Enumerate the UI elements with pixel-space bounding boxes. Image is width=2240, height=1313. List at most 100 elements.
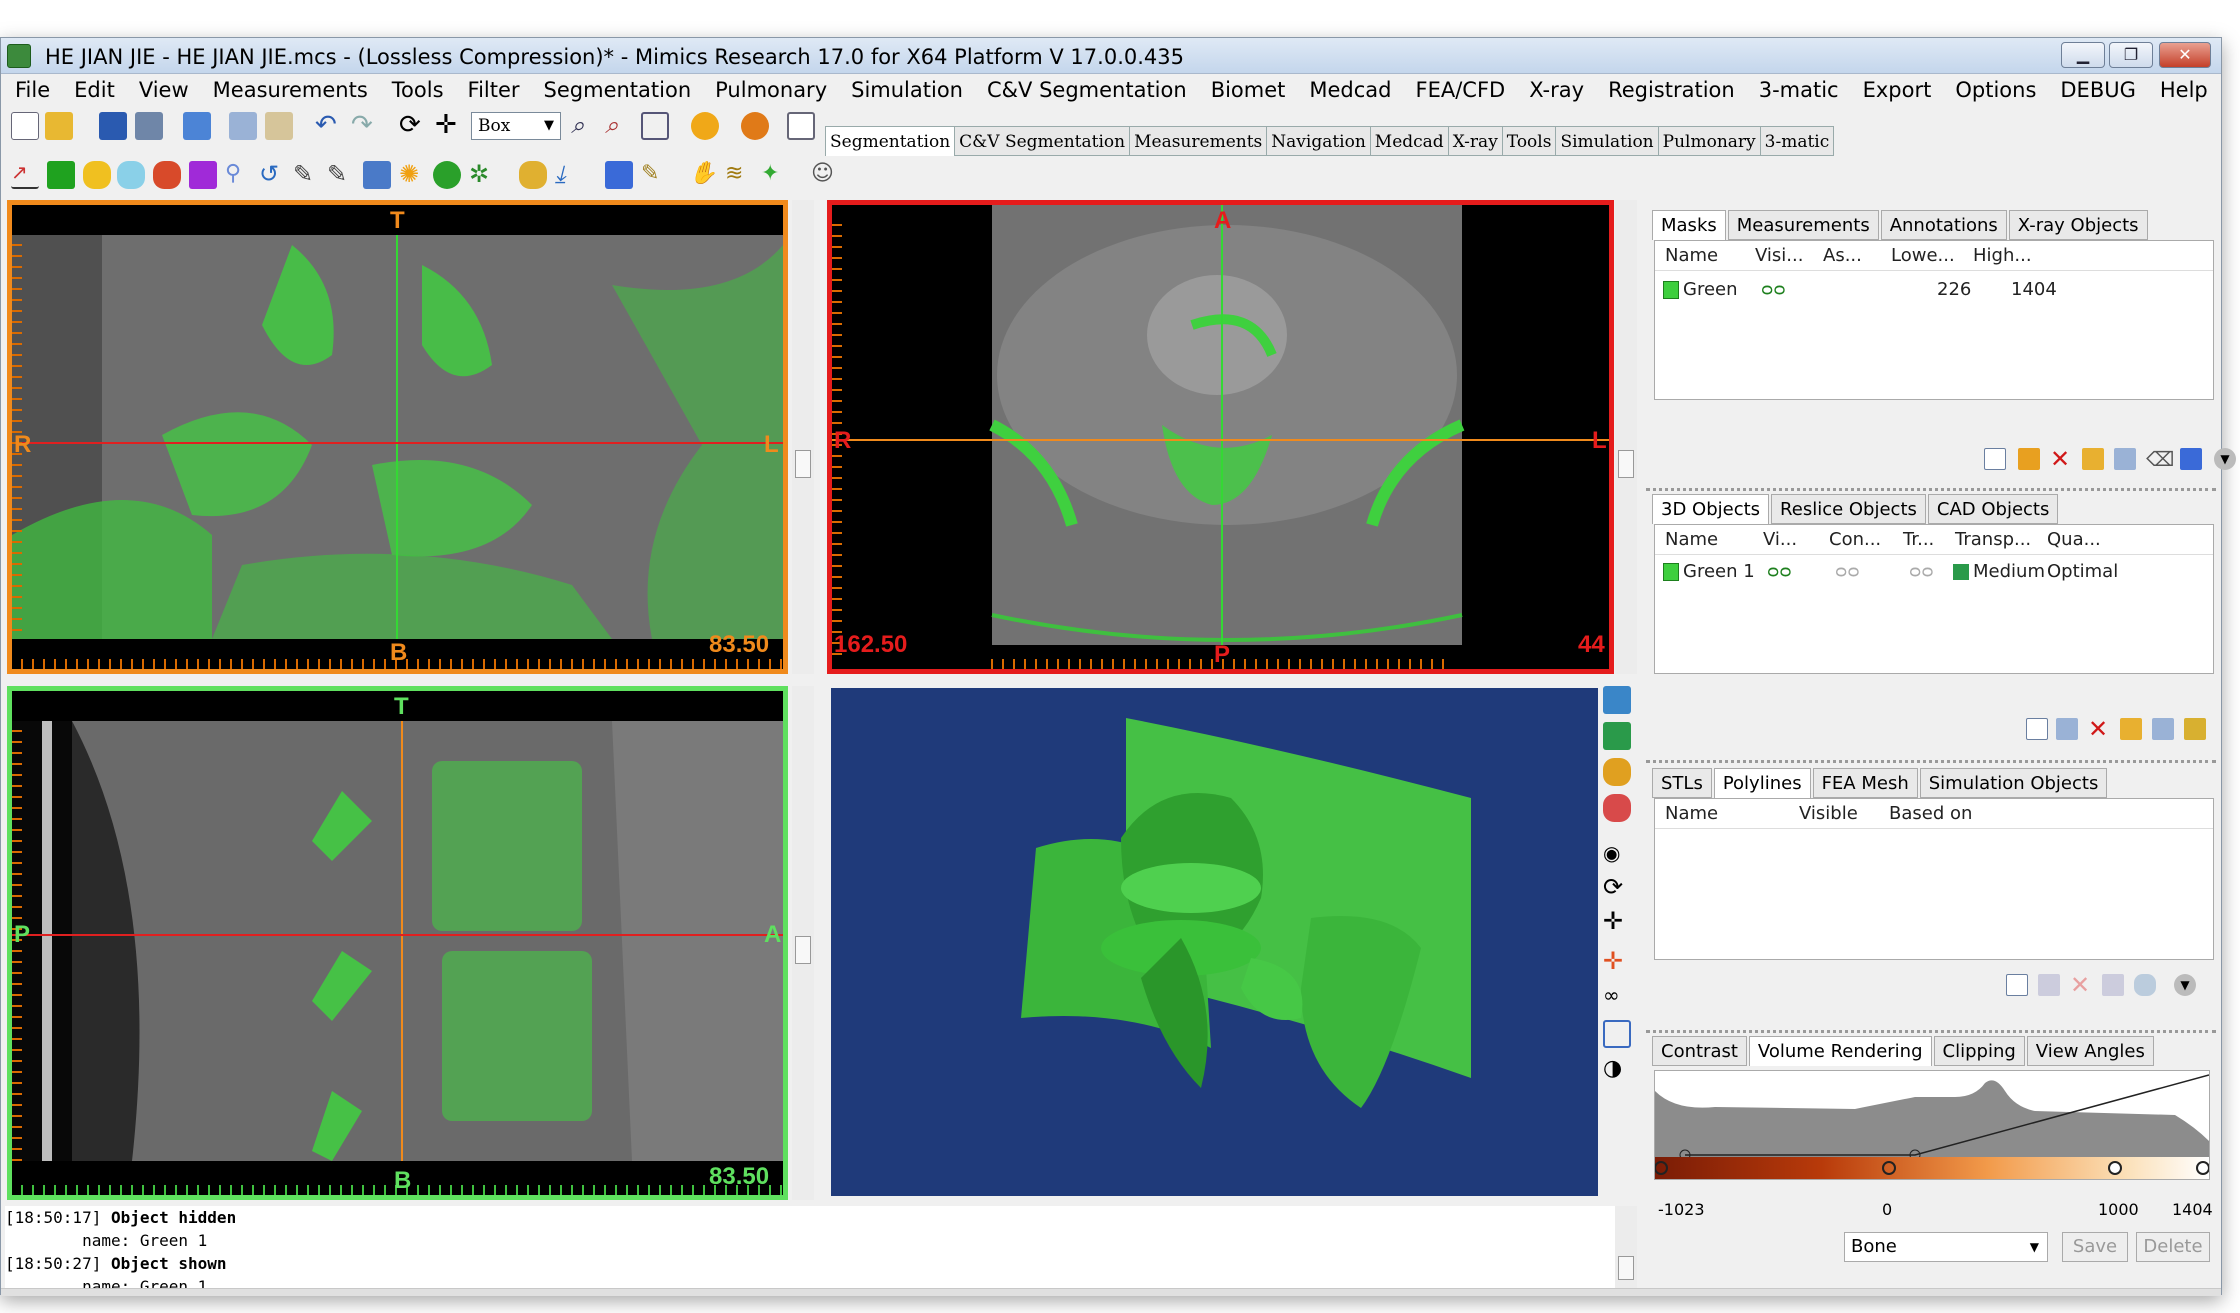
open-folder-icon[interactable] [45, 112, 73, 140]
fill-cavity-icon[interactable] [363, 161, 391, 189]
copy-icon[interactable] [229, 112, 257, 140]
rotate-3d-icon[interactable]: ⟳ [1603, 874, 1631, 902]
crosshair-icon[interactable]: ✛ [1603, 948, 1631, 976]
print-icon[interactable] [135, 112, 163, 140]
tab-contrast[interactable]: Contrast [1652, 1036, 1747, 1066]
new-object-icon[interactable] [2026, 718, 2048, 740]
tab-segmentation[interactable]: Segmentation [825, 126, 956, 156]
sagittal-view[interactable]: T B P A 83.50 [7, 686, 788, 1200]
scroll-thumb[interactable] [795, 450, 811, 478]
duplicate-mask-icon[interactable] [2114, 448, 2136, 470]
object-info-icon[interactable] [2120, 718, 2142, 740]
scroll-thumb[interactable] [1618, 1256, 1634, 1280]
axial-scrollbar[interactable] [1615, 200, 1637, 674]
axial-view[interactable]: A P R L 162.50 44 [827, 200, 1614, 674]
tab-reslice-objects[interactable]: Reslice Objects [1771, 494, 1926, 524]
copy-object-icon[interactable] [2056, 718, 2078, 740]
contour-glasses-icon[interactable]: ᴑᴑ [1835, 559, 1860, 585]
column-visible[interactable]: Vi... [1763, 525, 1797, 555]
menu-fea-cfd[interactable]: FEA/CFD [1404, 74, 1518, 107]
smart-expand-icon[interactable]: ✲ [469, 161, 497, 189]
preset-select[interactable]: Bone ▼ [1844, 1232, 2048, 1262]
morphology-icon[interactable]: ↺ [259, 161, 287, 189]
smart-fill-icon[interactable]: ✺ [399, 161, 427, 189]
menu-file[interactable]: File [1, 74, 62, 107]
import-icon[interactable]: ⤓ [555, 161, 583, 189]
mask-info-icon[interactable] [2082, 448, 2104, 470]
boolean-icon[interactable]: ⚲ [225, 161, 253, 189]
split-mask-icon[interactable] [153, 161, 181, 189]
log-scrollbar[interactable] [1615, 1206, 1637, 1288]
column-transparency[interactable]: Transp... [1955, 525, 2031, 555]
stack-icon[interactable] [519, 161, 547, 189]
mask-icon[interactable] [189, 161, 217, 189]
tab-navigation[interactable]: Navigation [1267, 126, 1371, 156]
coronal-scrollbar[interactable] [792, 200, 814, 674]
coronal-view[interactable]: T B R L 83.50 [7, 200, 788, 674]
column-higher[interactable]: High... [1973, 241, 2032, 271]
menu-options[interactable]: Options [1943, 74, 2048, 107]
glasses-icon[interactable]: ∞ [1603, 982, 1631, 1010]
zoom-icon[interactable]: ⌕ [571, 112, 599, 140]
tab-x-ray-objects[interactable]: X-ray Objects [2008, 210, 2148, 240]
menu-filter[interactable]: Filter [456, 74, 532, 107]
person-icon[interactable]: ☺ [811, 161, 839, 189]
new-mask-icon[interactable] [1984, 448, 2006, 470]
minimize-button[interactable]: ▁ [2061, 42, 2105, 68]
cube-icon[interactable] [1603, 722, 1631, 750]
zoom-mode-select[interactable]: Box ▼ [471, 112, 561, 140]
column-name[interactable]: Name [1665, 241, 1718, 271]
layout-icon[interactable] [787, 112, 815, 140]
visible-glasses-icon[interactable]: ᴑᴑ [1767, 559, 1792, 585]
menu-tools[interactable]: Tools [380, 74, 456, 107]
tab-pulmonary[interactable]: Pulmonary [1658, 126, 1761, 156]
menu-export[interactable]: Export [1851, 74, 1944, 107]
new-file-icon[interactable] [11, 112, 39, 140]
tab-medcad[interactable]: Medcad [1370, 126, 1449, 156]
delete-object-icon[interactable]: ✕ [2088, 717, 2110, 741]
scroll-thumb[interactable] [1618, 450, 1634, 478]
column-based-on[interactable]: Based on [1889, 799, 1972, 829]
menu-registration[interactable]: Registration [1596, 74, 1747, 107]
delete-mask-icon[interactable]: ✕ [2050, 447, 2072, 471]
tab-tools[interactable]: Tools [1502, 126, 1557, 156]
wand-icon[interactable]: ✦ [761, 161, 789, 189]
column-contour[interactable]: Con... [1829, 525, 1881, 555]
column-lower[interactable]: Lowe... [1891, 241, 1955, 271]
erase-mask-icon[interactable]: ⌫ [2146, 448, 2174, 470]
new-polyline-icon[interactable] [2006, 974, 2028, 996]
menu-pulmonary[interactable]: Pulmonary [703, 74, 839, 107]
eye-icon[interactable]: ◉ [1603, 840, 1631, 868]
rotate-icon[interactable]: ⟳ [399, 112, 427, 140]
chevron-down-icon[interactable]: ▼ [2174, 974, 2196, 996]
fit-view-icon[interactable] [641, 112, 669, 140]
info-icon[interactable] [691, 112, 719, 140]
tab-measurements[interactable]: Measurements [1130, 126, 1268, 156]
menu-3-matic[interactable]: 3-matic [1747, 74, 1851, 107]
zoom-region-icon[interactable]: ⌕ [605, 112, 633, 140]
3d-view[interactable] [831, 688, 1598, 1196]
column-visible[interactable]: Visible [1799, 799, 1858, 829]
axes-icon[interactable] [1603, 1020, 1631, 1048]
column-transparency-toggle[interactable]: Tr... [1903, 525, 1934, 555]
duplicate-object-icon[interactable] [2152, 718, 2174, 740]
layers-icon[interactable]: ≋ [725, 161, 753, 189]
tab-x-ray[interactable]: X-ray [1448, 126, 1503, 156]
tab-masks[interactable]: Masks [1652, 210, 1726, 240]
tab-3-matic[interactable]: 3-matic [1760, 126, 1835, 156]
profile-line-icon[interactable]: ↗ [11, 161, 39, 189]
close-button[interactable]: ✕ [2159, 42, 2211, 68]
menu-debug[interactable]: DEBUG [2048, 74, 2148, 107]
tab-annotations[interactable]: Annotations [1880, 210, 2007, 240]
tab-cad-objects[interactable]: CAD Objects [1927, 494, 2059, 524]
tab-fea-mesh[interactable]: FEA Mesh [1812, 768, 1918, 798]
undo-icon[interactable]: ↶ [315, 112, 343, 140]
pan-3d-icon[interactable]: ✛ [1603, 908, 1631, 936]
tab-cv-segmentation[interactable]: C&V Segmentation [955, 126, 1131, 156]
column-visible[interactable]: Visi... [1755, 241, 1803, 271]
column-quality[interactable]: Qua... [2047, 525, 2101, 555]
tab-view-angles[interactable]: View Angles [2026, 1036, 2154, 1066]
menu-measurements[interactable]: Measurements [201, 74, 380, 107]
scroll-thumb[interactable] [795, 936, 811, 964]
open-mask-icon[interactable] [2018, 448, 2040, 470]
